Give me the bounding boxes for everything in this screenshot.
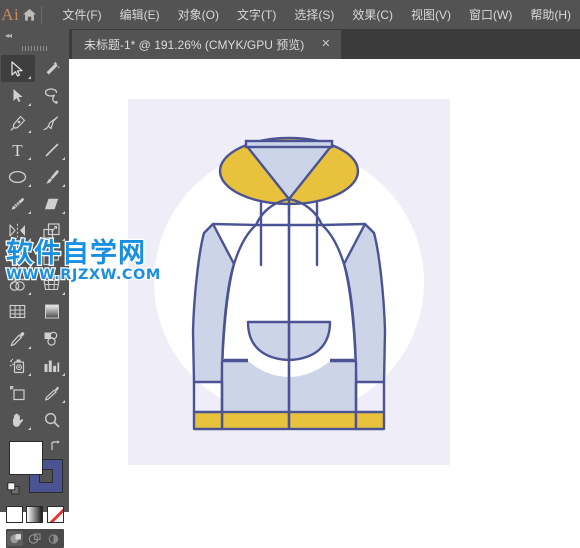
menu-window[interactable]: 窗口(W)	[460, 1, 521, 28]
symbol-sprayer-tool-icon[interactable]	[1, 352, 35, 379]
artboard-tool-icon[interactable]	[1, 379, 35, 406]
hoodie-illustration[interactable]	[128, 99, 450, 465]
menu-select[interactable]: 选择(S)	[285, 1, 343, 28]
menu-edit[interactable]: 编辑(E)	[111, 1, 169, 28]
tool-flyout-indicator	[61, 184, 65, 187]
tool-flyout-indicator	[27, 130, 31, 133]
draw-inside-button[interactable]	[46, 531, 62, 546]
tool-flyout-indicator	[27, 211, 31, 214]
menu-file[interactable]: 文件(F)	[53, 1, 110, 28]
panel-drag-handle[interactable]	[0, 42, 69, 55]
tool-flyout-indicator	[61, 292, 65, 295]
menu-item-list: 文件(F) 编辑(E) 对象(O) 文字(T) 选择(S) 效果(C) 视图(V…	[53, 1, 580, 28]
menu-effect[interactable]: 效果(C)	[343, 1, 402, 28]
artboard[interactable]	[128, 99, 450, 465]
gradient-swatch-button[interactable]	[26, 506, 43, 523]
blend-tool-icon[interactable]	[35, 325, 69, 352]
slice-tool-icon[interactable]	[35, 379, 69, 406]
tool-flyout-indicator	[27, 427, 31, 430]
line-segment-tool-icon[interactable]	[35, 136, 69, 163]
menu-divider	[40, 5, 42, 24]
svg-text:T: T	[12, 142, 23, 158]
mesh-tool-icon[interactable]	[1, 298, 35, 325]
paint-mode-row	[5, 506, 64, 523]
document-tab-title: 未标题-1* @ 191.26% (CMYK/GPU 预览)	[84, 38, 305, 52]
color-swatch-button[interactable]	[5, 506, 23, 523]
tools-panel: ◂◂ T	[0, 29, 70, 548]
tool-grid: T	[0, 55, 69, 433]
scale-tool-icon[interactable]	[35, 217, 69, 244]
tool-flyout-indicator	[61, 400, 65, 403]
none-swatch-button[interactable]	[46, 506, 64, 523]
close-icon[interactable]: ✕	[318, 39, 333, 50]
tool-flyout-indicator	[61, 373, 65, 376]
tool-flyout-indicator	[27, 76, 31, 79]
eyedropper-tool-icon[interactable]	[1, 325, 35, 352]
magic-wand-tool-icon[interactable]	[35, 55, 69, 82]
draw-normal-button[interactable]	[7, 531, 24, 546]
type-tool-icon[interactable]: T	[1, 136, 35, 163]
tool-flyout-indicator	[27, 373, 31, 376]
ellipse-tool-icon[interactable]	[1, 163, 35, 190]
app-logo: Ai	[1, 5, 20, 24]
tool-flyout-indicator	[27, 346, 31, 349]
zoom-tool-icon[interactable]	[35, 406, 69, 433]
tool-flyout-indicator	[61, 238, 65, 241]
menu-type[interactable]: 文字(T)	[228, 1, 285, 28]
hand-tool-icon[interactable]	[1, 406, 35, 433]
swap-fill-stroke-icon[interactable]	[50, 439, 62, 451]
width-tool-icon[interactable]	[1, 244, 35, 271]
grip-dots-icon	[21, 46, 48, 51]
collapse-panel-button[interactable]: ◂◂	[0, 29, 69, 42]
shape-builder-tool-icon[interactable]	[1, 271, 35, 298]
tool-flyout-indicator	[61, 211, 65, 214]
document-tab[interactable]: 未标题-1* @ 191.26% (CMYK/GPU 预览) ✕	[72, 30, 342, 59]
tool-flyout-indicator	[27, 292, 31, 295]
free-transform-tool-icon[interactable]	[35, 244, 69, 271]
document-tab-bar: 未标题-1* @ 191.26% (CMYK/GPU 预览) ✕	[0, 29, 580, 59]
tool-flyout-indicator	[61, 157, 65, 160]
direct-selection-tool-icon[interactable]	[1, 82, 35, 109]
tool-flyout-indicator	[27, 265, 31, 268]
column-graph-tool-icon[interactable]	[35, 352, 69, 379]
shaper-pencil-tool-icon[interactable]	[1, 190, 35, 217]
fill-stroke-control	[6, 439, 63, 501]
tool-flyout-indicator	[27, 184, 31, 187]
paintbrush-tool-icon[interactable]	[35, 163, 69, 190]
tool-flyout-indicator	[27, 103, 31, 106]
tool-flyout-indicator	[27, 157, 31, 160]
home-icon[interactable]	[21, 8, 39, 22]
default-fill-stroke-icon[interactable]	[6, 482, 20, 495]
illustrator-window: Ai 文件(F) 编辑(E) 对象(O) 文字(T) 选择(S) 效果(C) 视…	[0, 0, 580, 548]
selection-tool-icon[interactable]	[0, 55, 35, 82]
fill-color-swatch[interactable]	[8, 441, 43, 475]
draw-behind-button[interactable]	[26, 531, 42, 546]
menu-help[interactable]: 帮助(H)	[521, 1, 580, 28]
perspective-grid-tool-icon[interactable]	[35, 271, 69, 298]
gradient-tool-icon[interactable]	[35, 298, 69, 325]
eraser-tool-icon[interactable]	[35, 190, 69, 217]
menu-view[interactable]: 视图(V)	[402, 1, 460, 28]
pen-tool-icon[interactable]	[1, 109, 35, 136]
document-canvas[interactable]	[69, 59, 580, 512]
double-chevron-left-icon: ◂◂	[5, 30, 12, 40]
tool-flyout-indicator	[27, 238, 31, 241]
curvature-tool-icon[interactable]	[35, 109, 69, 136]
rotate-reflect-tool-icon[interactable]	[1, 217, 35, 244]
draw-mode-row	[5, 529, 64, 548]
lasso-tool-icon[interactable]	[35, 82, 69, 109]
menu-bar: Ai 文件(F) 编辑(E) 对象(O) 文字(T) 选择(S) 效果(C) 视…	[0, 0, 580, 29]
menu-object[interactable]: 对象(O)	[169, 1, 228, 28]
